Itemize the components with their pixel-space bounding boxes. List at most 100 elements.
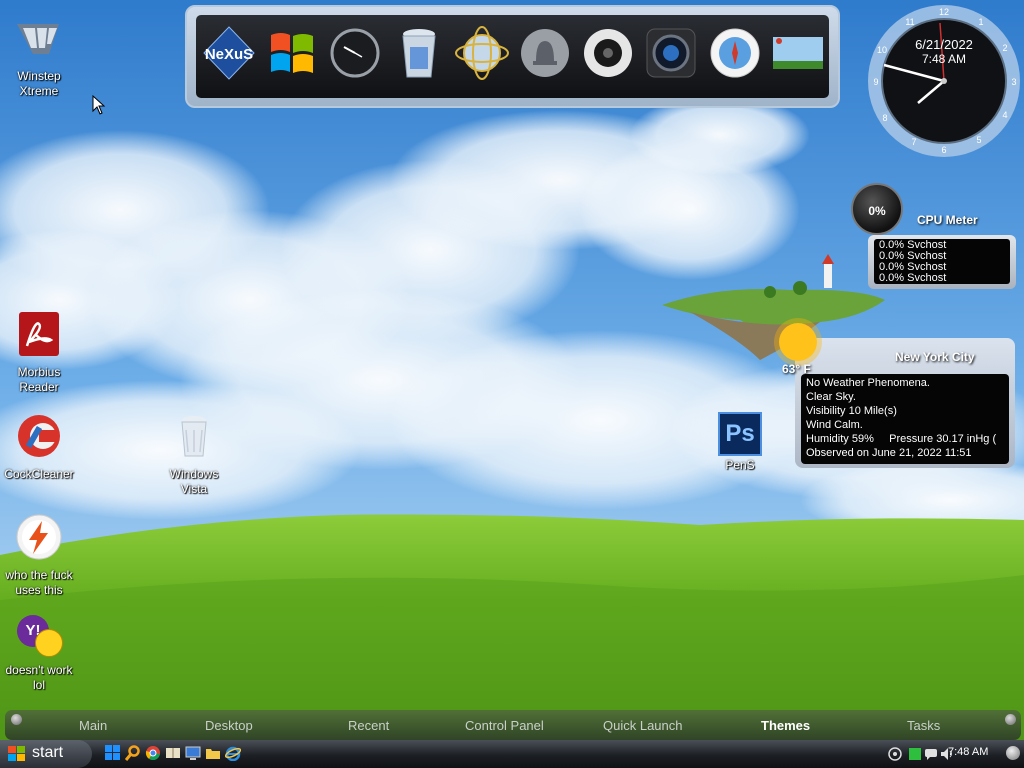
menu-item-quick-launch[interactable]: Quick Launch	[603, 718, 683, 733]
mouse-cursor-icon	[92, 95, 106, 115]
weather-details: No Weather Phenomena. Clear Sky. Visibil…	[801, 374, 1009, 464]
weather-city: New York City	[895, 350, 975, 364]
photoshop-icon: Ps	[718, 412, 762, 456]
windows-flag-icon	[271, 33, 314, 73]
dock-item-camera[interactable]	[642, 23, 702, 99]
nexus-logo-icon: NeXuS	[203, 26, 255, 80]
dock-bar: NeXuS	[185, 5, 840, 108]
desktop-icon-winstep[interactable]: Winstep Xtreme	[0, 14, 81, 99]
svg-text:5: 5	[976, 135, 981, 145]
recycle-bin-icon	[181, 416, 207, 457]
dock-item-globe[interactable]	[453, 23, 513, 99]
desktop-icon-label: Morbius Reader	[17, 365, 61, 394]
windows-flag-icon[interactable]	[105, 745, 121, 761]
camera-icon	[646, 28, 696, 78]
power-button-icon[interactable]	[1006, 746, 1020, 760]
chat-icon[interactable]	[924, 747, 938, 761]
weather-line: Wind Calm.	[806, 419, 863, 431]
menu-item-themes[interactable]: Themes	[761, 718, 810, 733]
clock-date: 6/21/2022	[915, 37, 973, 52]
weather-line: Observed on June 21, 2022 11:51	[806, 447, 972, 459]
book-icon[interactable]	[165, 745, 181, 761]
cpu-process-row: 0.0% Svchost	[879, 272, 947, 284]
cpu-gauge[interactable]: 0%	[851, 183, 903, 235]
weather-line: Visibility 10 Mile(s)	[806, 405, 897, 417]
menu-item-main[interactable]: Main	[79, 718, 107, 733]
taskbar-clock[interactable]: 7:48 AM	[948, 746, 988, 758]
desktop-icon-label: Windows Vista	[169, 467, 219, 496]
desktop-icon-label: doesn't work lol	[5, 663, 73, 692]
start-button[interactable]: start	[0, 740, 92, 768]
svg-text:6: 6	[941, 145, 946, 155]
cpu-meter-panel: 0.0% Svchost 0.0% Svchost 0.0% Svchost 0…	[868, 235, 1016, 289]
pdf-reader-icon	[19, 312, 59, 356]
dock-item-clock[interactable]	[326, 23, 386, 99]
desktop-icon-label: PenS	[725, 458, 755, 472]
chrome-icon[interactable]	[145, 745, 161, 761]
svg-text:8: 8	[882, 113, 887, 123]
desktop-icon-pens[interactable]: Ps PenS	[698, 412, 782, 473]
cpu-percent: 0%	[868, 204, 886, 218]
windows-flag-icon	[8, 746, 25, 761]
globe-icon	[454, 26, 509, 80]
svg-text:9: 9	[873, 77, 878, 87]
svg-text:4: 4	[1002, 110, 1007, 120]
dock-item-landscape[interactable]	[769, 23, 829, 99]
folder-icon[interactable]	[205, 745, 221, 761]
clock-gadget[interactable]: 12 1 2 3 4 5 6 7 8 9 10 11 6/21/2022 7:4…	[866, 3, 1022, 159]
dock-item-bell[interactable]	[516, 23, 576, 99]
svg-text:11: 11	[905, 17, 914, 27]
clock-icon: 12 1 2 3 4 5 6 7 8 9 10 11	[868, 5, 1020, 157]
menu-bar-right-knob-icon[interactable]	[1005, 714, 1016, 725]
svg-text:12: 12	[939, 7, 949, 17]
menu-item-control-panel[interactable]: Control Panel	[465, 718, 544, 733]
winstep-icon	[17, 24, 59, 54]
dock-item-speaker[interactable]	[579, 23, 639, 99]
taskbar: start 7:48 AM	[0, 740, 1024, 768]
weather-line: Clear Sky.	[806, 391, 856, 403]
menu-item-desktop[interactable]: Desktop	[205, 718, 253, 733]
desktop-icon-label: Winstep Xtreme	[17, 69, 61, 98]
desktop-icon-morbius-reader[interactable]: Morbius Reader	[0, 310, 81, 395]
arrow-circle-icon[interactable]	[888, 747, 902, 761]
desktop-icon-flash[interactable]: who the fuck uses this	[0, 513, 81, 598]
dock-item-compass[interactable]	[706, 23, 766, 99]
desktop-icon-cockcleaner[interactable]: CockCleaner	[0, 412, 81, 482]
desktop-icon-windows-vista[interactable]: Windows Vista	[152, 412, 236, 497]
desktop-icon-yahoo-messenger[interactable]: Y! doesn't work lol	[0, 613, 81, 693]
dock-item-recycle-bin[interactable]	[390, 23, 450, 99]
svg-text:7: 7	[911, 137, 916, 147]
network-icon[interactable]	[908, 747, 922, 761]
start-label: start	[32, 744, 64, 761]
monitor-icon[interactable]	[185, 745, 201, 761]
desktop-icon-label: who the fuck uses this	[5, 568, 73, 597]
flash-icon	[16, 514, 62, 560]
weather-line: No Weather Phenomena.	[806, 377, 930, 389]
clock-time: 7:48 AM	[921, 52, 967, 66]
search-icon[interactable]	[125, 745, 141, 761]
quick-launch-toolbar	[105, 745, 241, 761]
yahoo-messenger-icon: Y!	[15, 613, 63, 661]
menu-item-recent[interactable]: Recent	[348, 718, 389, 733]
desktop-icon-label: CockCleaner	[4, 467, 74, 481]
svg-text:NeXuS: NeXuS	[205, 46, 253, 63]
cpu-process-list: 0.0% Svchost 0.0% Svchost 0.0% Svchost 0…	[874, 239, 1010, 284]
speaker-icon	[584, 29, 633, 77]
weather-line: Humidity 59% Pressure 30.17 inHg (	[806, 433, 997, 445]
dock-item-nexus[interactable]: NeXuS	[200, 23, 260, 99]
menu-item-tasks[interactable]: Tasks	[907, 718, 940, 733]
winstep-menu-bar: Main Desktop Recent Control Panel Quick …	[5, 710, 1021, 740]
weather-temperature: 63° F	[782, 362, 811, 376]
landscape-icon	[772, 37, 823, 69]
dock-shelf: NeXuS	[196, 15, 829, 98]
ccleaner-icon	[18, 415, 60, 457]
dock-item-windows[interactable]	[263, 23, 323, 99]
clock-icon	[330, 28, 380, 78]
recycle-bin-icon	[402, 29, 436, 78]
svg-text:1: 1	[978, 17, 983, 27]
bell-icon	[521, 29, 570, 77]
internet-explorer-icon[interactable]	[225, 745, 241, 761]
menu-bar-left-knob-icon[interactable]	[11, 714, 22, 725]
cpu-meter-title: CPU Meter	[917, 213, 978, 227]
sun-icon	[774, 318, 822, 366]
